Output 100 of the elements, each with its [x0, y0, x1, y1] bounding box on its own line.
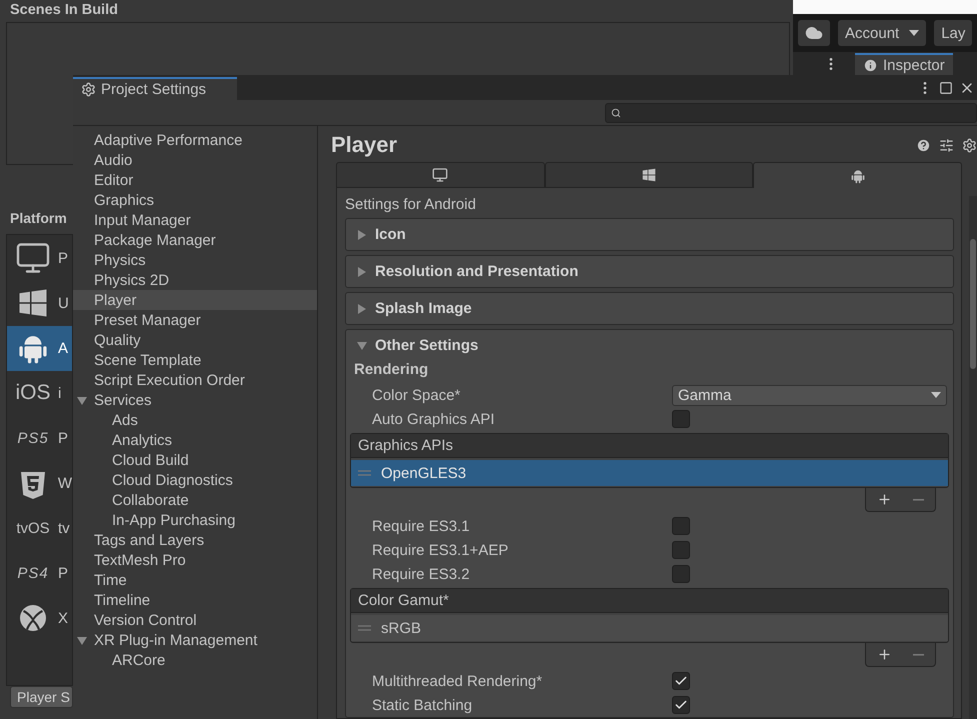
setting-label: Require ES3.1+AEP	[371, 542, 510, 558]
platform-item[interactable]: U	[7, 280, 72, 326]
expand-arrow-icon[interactable]	[77, 396, 87, 406]
settings-category[interactable]: Cloud Diagnostics	[73, 470, 317, 490]
platform-item[interactable]: iOS i	[7, 370, 72, 416]
windows-icon	[18, 288, 48, 318]
windows-icon	[642, 168, 656, 182]
settings-subtitle: Settings for Android	[345, 196, 477, 214]
list-header: Color Gamut*	[351, 589, 948, 613]
section-header[interactable]: Other Settings	[346, 330, 953, 361]
player-settings-button[interactable]: Player S	[10, 686, 73, 708]
platform-logo: PS4	[17, 564, 49, 582]
list-item[interactable]: sRGB	[351, 615, 948, 641]
search-icon	[611, 108, 621, 118]
settings-category[interactable]: Version Control	[73, 610, 317, 630]
platform-logo: tvOS	[16, 520, 50, 537]
settings-category[interactable]: XR Plug-in Management	[73, 630, 317, 650]
settings-category[interactable]: Services	[73, 390, 317, 410]
settings-category[interactable]: TextMesh Pro	[73, 550, 317, 570]
platform-item[interactable]: P	[7, 236, 72, 281]
platform-item[interactable]: PS5 P	[7, 416, 72, 461]
checkbox[interactable]	[672, 541, 690, 559]
settings-category[interactable]: Tags and Layers	[73, 530, 317, 550]
foldout-arrow-icon	[357, 340, 367, 350]
panel-title: Scenes In Build	[9, 2, 118, 20]
platform-item[interactable]: A	[7, 326, 72, 371]
drag-handle-icon	[358, 625, 371, 631]
layout-dropdown[interactable]: Lay	[934, 20, 972, 46]
xbox-icon	[19, 604, 47, 632]
checkbox[interactable]	[672, 565, 690, 583]
checkbox[interactable]	[672, 410, 690, 428]
cloud-icon	[805, 24, 823, 42]
setting-label: Require ES3.2	[371, 566, 471, 582]
settings-category[interactable]: Cloud Build	[73, 450, 317, 470]
platform-tab[interactable]	[544, 162, 754, 188]
settings-category[interactable]: Input Manager	[73, 210, 317, 230]
settings-icon	[81, 82, 96, 97]
account-dropdown[interactable]: Account	[838, 20, 926, 46]
plus-icon	[876, 492, 892, 507]
dropdown[interactable]: Gamma	[672, 384, 947, 406]
caret-icon	[931, 392, 941, 398]
settings-category[interactable]: Quality	[73, 330, 317, 350]
scrollbar[interactable]	[969, 196, 977, 719]
platform-item[interactable]: PS4 P	[7, 550, 72, 596]
window-tab[interactable]: Project Settings	[73, 77, 237, 100]
plus-icon	[876, 647, 892, 662]
platform-logo: iOS	[15, 381, 50, 406]
caret-icon	[909, 30, 920, 36]
settings-category[interactable]: Audio	[73, 150, 317, 170]
foldout-arrow-icon	[357, 304, 367, 314]
settings-category[interactable]: Graphics	[73, 190, 317, 210]
checkbox[interactable]	[672, 672, 690, 690]
platform-logo: PS5	[17, 430, 49, 447]
maximize-icon[interactable]	[939, 80, 953, 94]
minus-icon	[913, 498, 924, 500]
settings-category[interactable]: Package Manager	[73, 230, 317, 250]
settings-category[interactable]: Script Execution Order	[73, 370, 317, 390]
settings-category[interactable]: Physics 2D	[73, 270, 317, 290]
info-icon	[863, 58, 878, 72]
setting-label: Require ES3.1	[371, 518, 471, 534]
checkbox[interactable]	[672, 696, 690, 714]
minus-icon	[913, 654, 924, 656]
platform-item[interactable]: tvOS tv	[7, 506, 72, 551]
inspector-tab[interactable]: Inspector	[855, 53, 953, 75]
page-title: Player	[331, 132, 398, 158]
monitor-icon	[432, 167, 448, 183]
settings-category[interactable]: Player	[73, 290, 317, 310]
panel-title: Platform	[9, 210, 67, 228]
settings-category[interactable]: Scene Template	[73, 350, 317, 370]
settings-category[interactable]: Analytics	[73, 430, 317, 450]
checkbox[interactable]	[672, 517, 690, 535]
foldout-arrow-icon	[357, 266, 367, 276]
settings-category[interactable]: Preset Manager	[73, 310, 317, 330]
settings-category[interactable]: ARCore	[73, 650, 317, 670]
add-button[interactable]	[876, 492, 892, 507]
settings-category[interactable]: In-App Purchasing	[73, 510, 317, 530]
section-header[interactable]: Resolution and Presentation	[346, 256, 953, 287]
list-item[interactable]: OpenGLES3	[351, 460, 948, 486]
settings-category[interactable]: Physics	[73, 250, 317, 270]
settings-category[interactable]: Timeline	[73, 590, 317, 610]
setting-label: Color Space*	[371, 386, 462, 404]
expand-arrow-icon[interactable]	[77, 636, 87, 646]
android-icon	[850, 168, 866, 184]
list-header: Graphics APIs	[351, 434, 948, 458]
presets-icon[interactable]	[939, 138, 954, 152]
settings-category[interactable]: Adaptive Performance	[73, 130, 317, 150]
settings-icon[interactable]	[962, 138, 977, 152]
section-header[interactable]: Splash Image	[346, 293, 953, 324]
add-button[interactable]	[876, 647, 892, 662]
settings-category[interactable]: Collaborate	[73, 490, 317, 510]
settings-category[interactable]: Ads	[73, 410, 317, 430]
search-field[interactable]	[605, 102, 977, 122]
settings-category[interactable]: Time	[73, 570, 317, 590]
platform-item[interactable]: W	[7, 460, 72, 506]
cloud-button[interactable]	[798, 20, 830, 46]
section-header[interactable]: Icon	[346, 219, 953, 250]
settings-category[interactable]: Editor	[73, 170, 317, 190]
help-icon[interactable]	[916, 138, 931, 152]
platform-item[interactable]: X	[7, 596, 72, 641]
group-title: Rendering	[353, 361, 430, 380]
